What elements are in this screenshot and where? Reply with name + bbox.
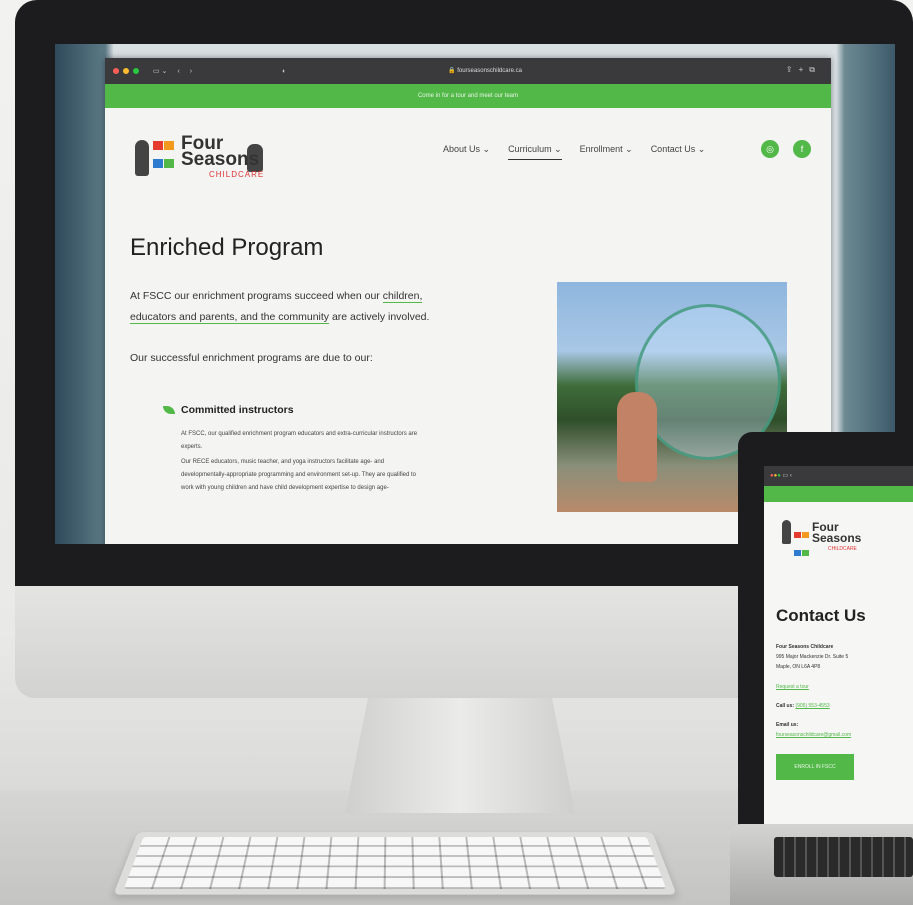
url-bar[interactable]: 🔒 fourseasonschildcare.ca [335,65,635,77]
page-title: Enriched Program [130,234,324,261]
laptop-browser-toolbar: ●●● ▭ ‹ [764,466,913,486]
laptop-enroll-button[interactable]: ENROLL IN FSCC [776,754,854,780]
feature-paragraph-2: Our RECE educators, music teacher, and y… [181,459,417,491]
laptop-call-link[interactable]: (905) 553-4553 [795,703,829,709]
child-silhouette-icon [135,140,149,176]
laptop-blocks-icon [794,526,810,562]
new-tab-icon[interactable]: + [799,65,810,74]
laptop-call-label: Call us: [776,703,795,709]
laptop-email-label: Email us: [776,722,799,728]
keyboard [113,832,677,895]
nav-curriculum[interactable]: Curriculum ⌄ [508,144,562,160]
laptop-tour-link[interactable]: Request a tour [776,684,809,690]
laptop-keyboard [774,837,913,877]
logo-word-seasons: Seasons [181,149,260,170]
browser-window: ▭ ⌄ ‹ › ◐ 🔒 fourseasonschildcare.ca ⇪+⧉ … [105,58,831,544]
laptop-org-name: Four Seasons Childcare [776,644,834,650]
laptop-address-2: Maple, ON L6A 4P8 [776,664,821,670]
tabs-icon[interactable]: ⧉ [809,65,821,74]
keyboard-keys [123,836,667,889]
back-icon[interactable]: ‹ [177,68,179,75]
feature-paragraph-1: At FSCC, our qualified enrichment progra… [181,431,418,450]
browser-toolbar: ▭ ⌄ ‹ › ◐ 🔒 fourseasonschildcare.ca ⇪+⧉ [105,58,831,84]
laptop-banner [764,486,913,502]
site-logo[interactable]: Four Seasons CHILDCARE [131,130,271,190]
laptop-logo-seasons: Seasons [812,531,862,545]
maximize-dot[interactable] [133,68,139,74]
laptop-child-icon [782,520,791,544]
instagram-icon[interactable]: ◎ [761,140,779,158]
laptop: ●●● ▭ ‹ Four Seasons CHILDCARE Contact U… [730,432,913,905]
laptop-logo-wordmark: Four Seasons [812,521,862,545]
feature-title: Committed instructors [181,404,294,416]
logo-subtitle: CHILDCARE [209,170,265,179]
lead-paragraph: Our successful enrichment programs are d… [130,352,373,364]
privacy-icon[interactable]: ◐ [282,68,286,75]
facebook-icon[interactable]: f [793,140,811,158]
nav-contact-us[interactable]: Contact Us ⌄ [651,144,706,160]
color-blocks-icon [153,138,175,174]
nav-about-us[interactable]: About Us ⌄ [443,144,490,160]
child-figure [617,392,657,482]
laptop-call-row: Call us: (905) 553-4553 [776,703,830,709]
banner-text: Come in for a tour and meet our team [417,93,519,99]
laptop-page-title: Contact Us [776,606,866,625]
website: Four Seasons CHILDCARE About Us ⌄ Curric… [105,108,831,544]
browser-actions: ⇪+⧉ [786,65,821,75]
main-nav: About Us ⌄ Curriculum ⌄ Enrollment ⌄ Con… [443,144,705,160]
laptop-logo-sub: CHILDCARE [828,546,857,552]
sidebar-icon[interactable]: ▭ ⌄ [153,67,167,75]
close-dot[interactable] [113,68,119,74]
laptop-email-link[interactable]: fourseasonschildcare@gmail.com [776,732,851,738]
laptop-address-1: 995 Major Mackenzie Dr. Suite 5 [776,654,849,660]
forward-icon[interactable]: › [190,68,192,75]
nav-enrollment[interactable]: Enrollment ⌄ [580,144,633,160]
leaf-icon [163,406,175,414]
announcement-banner[interactable]: Come in for a tour and meet our team [105,84,831,108]
lock-icon: 🔒 [448,68,458,74]
laptop-screen: ●●● ▭ ‹ Four Seasons CHILDCARE Contact U… [764,466,913,824]
share-icon[interactable]: ⇪ [786,65,799,74]
intro-text-a: At FSCC our enrichment programs succeed … [130,290,380,302]
imac-stand [345,698,575,813]
minimize-dot[interactable] [123,68,129,74]
feature-description: At FSCC, our qualified enrichment progra… [181,428,423,495]
logo-wordmark: Four Seasons [181,134,260,170]
laptop-site-logo[interactable]: Four Seasons CHILDCARE [780,518,890,558]
feature-committed-instructors: Committed instructors At FSCC, our quali… [163,404,423,495]
intro-text-b: are actively involved. [331,311,430,323]
intro-paragraph: At FSCC our enrichment programs succeed … [130,286,435,328]
url-text: fourseasonschildcare.ca [457,68,522,74]
